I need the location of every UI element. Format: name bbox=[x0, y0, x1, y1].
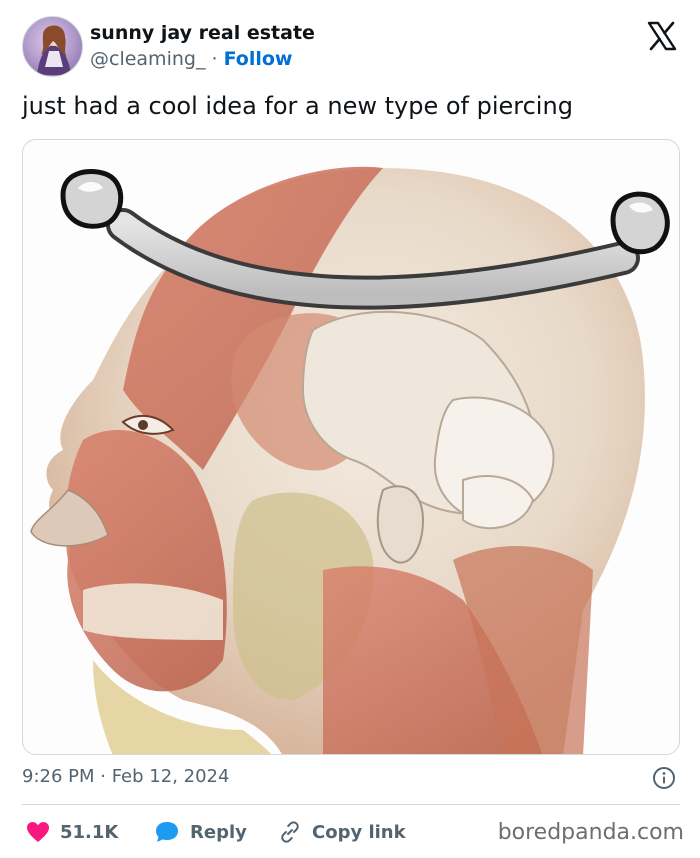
author-name[interactable]: sunny jay real estate bbox=[90, 22, 315, 44]
divider bbox=[22, 804, 680, 805]
tweet-text: just had a cool idea for a new type of p… bbox=[22, 92, 573, 120]
reply-button[interactable]: Reply bbox=[154, 816, 247, 848]
meta-separator: · bbox=[205, 48, 224, 70]
heart-icon bbox=[27, 822, 49, 842]
follow-button[interactable]: Follow bbox=[224, 48, 293, 70]
speech-bubble-icon bbox=[156, 822, 178, 842]
author-meta: @cleaming_ · Follow bbox=[90, 48, 292, 70]
author-handle[interactable]: @cleaming_ bbox=[90, 48, 205, 70]
info-icon[interactable] bbox=[652, 766, 676, 790]
reply-label: Reply bbox=[190, 821, 247, 843]
avatar[interactable] bbox=[22, 16, 83, 77]
tweet-timestamp[interactable]: 9:26 PM · Feb 12, 2024 bbox=[22, 766, 229, 787]
like-button[interactable]: 51.1K bbox=[26, 816, 118, 848]
link-icon bbox=[281, 821, 299, 843]
watermark: boredpanda.com bbox=[497, 820, 684, 845]
like-count: 51.1K bbox=[60, 821, 119, 843]
anatomical-head-illustration bbox=[30, 166, 670, 754]
copy-link-button[interactable]: Copy link bbox=[278, 816, 406, 848]
tweet-image[interactable] bbox=[22, 139, 680, 755]
tweet-header: sunny jay real estate @cleaming_ · Follo… bbox=[22, 16, 682, 78]
x-logo-icon[interactable] bbox=[646, 20, 678, 52]
copy-link-label: Copy link bbox=[312, 821, 406, 843]
